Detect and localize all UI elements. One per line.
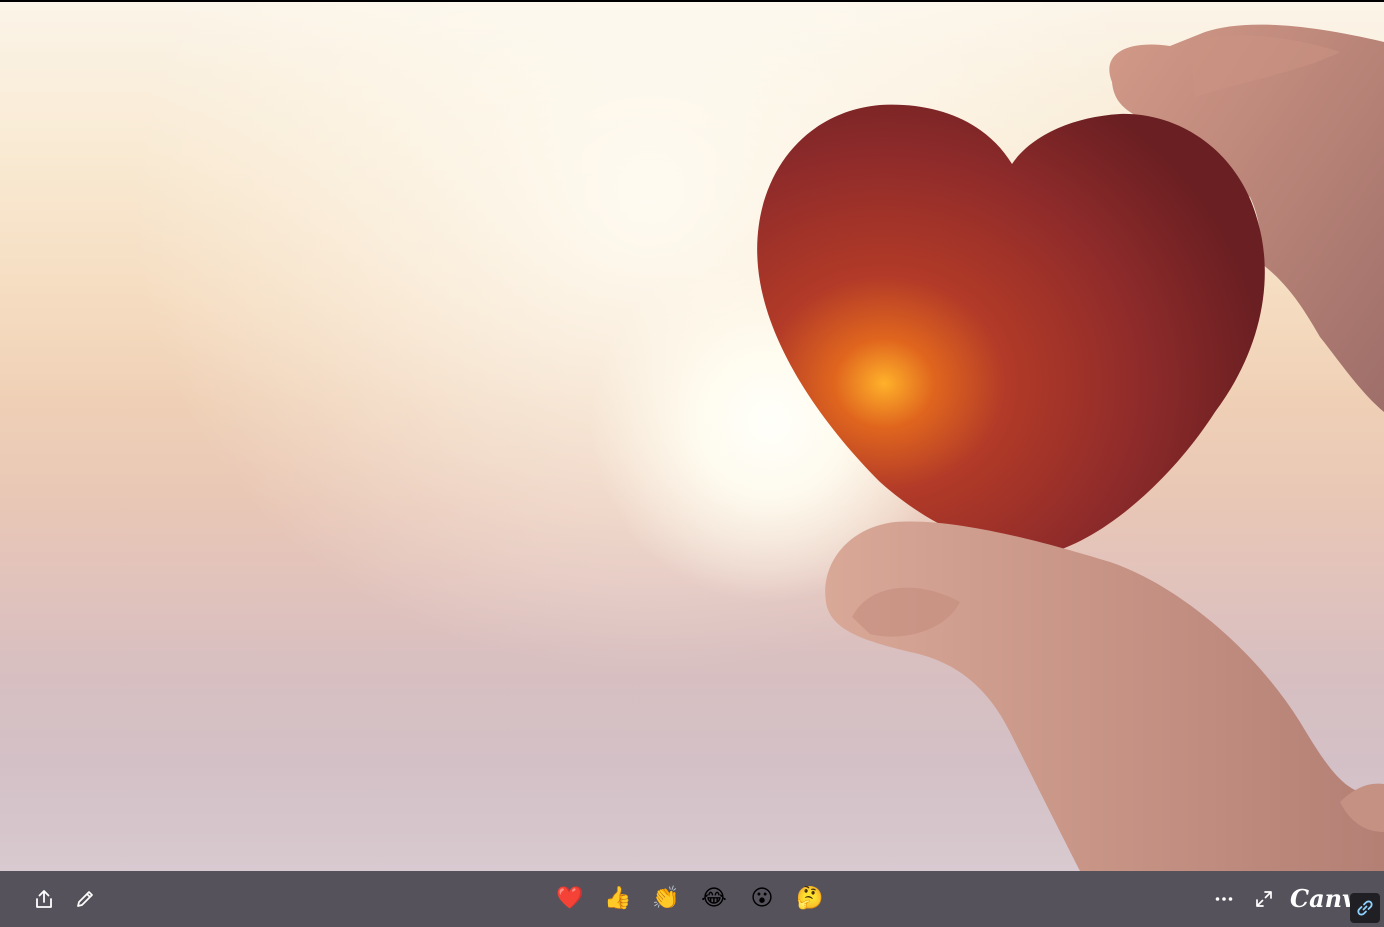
laughing-reaction-button[interactable]: 😂 bbox=[696, 882, 732, 916]
expand-icon bbox=[1256, 891, 1272, 907]
more-horizontal-icon bbox=[1215, 897, 1233, 901]
heart-reaction-button[interactable]: ❤️ bbox=[552, 882, 588, 916]
more-options-button[interactable] bbox=[1208, 883, 1240, 915]
clapping-reaction-button[interactable]: 👏 bbox=[648, 882, 684, 916]
thumbs-up-reaction-button[interactable]: 👍 bbox=[600, 882, 636, 916]
share-icon bbox=[36, 890, 52, 908]
reaction-bar: ❤️ 👍 👏 😂 😮 🤔 bbox=[552, 882, 828, 916]
link-icon bbox=[1357, 900, 1373, 916]
thinking-reaction-button[interactable]: 🤔 bbox=[792, 882, 828, 916]
fullscreen-button[interactable] bbox=[1248, 883, 1280, 915]
heart-photo bbox=[757, 24, 1384, 871]
edit-button[interactable] bbox=[69, 883, 101, 915]
red-heart bbox=[757, 104, 1265, 555]
pencil-icon bbox=[77, 891, 93, 907]
thumb bbox=[825, 521, 1384, 871]
copy-link-button[interactable] bbox=[1350, 893, 1380, 923]
presentation-toolbar: ❤️ 👍 👏 😂 😮 🤔 Canva bbox=[0, 871, 1384, 927]
surprised-reaction-button[interactable]: 😮 bbox=[744, 882, 780, 916]
slide-image bbox=[0, 2, 1384, 871]
share-button[interactable] bbox=[28, 883, 60, 915]
